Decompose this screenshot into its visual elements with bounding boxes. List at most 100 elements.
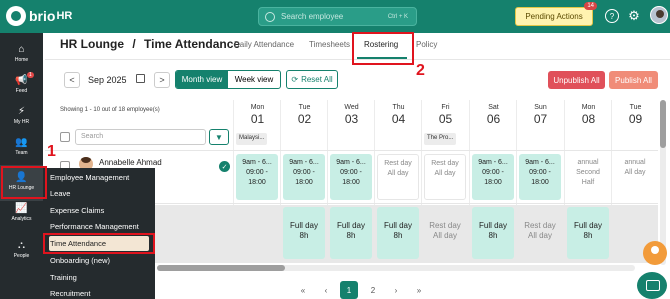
menu-item-onboarding[interactable]: Onboarding (new) bbox=[49, 253, 149, 268]
current-month: Sep 2025 bbox=[88, 75, 127, 85]
day-header: Fri 05 bbox=[422, 104, 469, 126]
employee-name[interactable]: Annabelle Ahmad bbox=[99, 158, 162, 167]
people-icon: ⛬ bbox=[18, 240, 25, 251]
top-bar: brio HR Search employee Ctrl + K Pending… bbox=[0, 0, 670, 33]
roster-cell-text: Rest day bbox=[524, 221, 556, 230]
highlight-rostering-tab bbox=[352, 32, 414, 65]
roster-cell[interactable]: Rest day All day bbox=[424, 154, 466, 200]
roster-cell-text: 9am - 6... bbox=[525, 159, 555, 166]
roster-cell[interactable]: Full day 8h bbox=[472, 207, 514, 259]
month-view-button[interactable]: Month view bbox=[176, 71, 228, 88]
sidebar-item-label: My HR bbox=[13, 119, 30, 125]
select-all-checkbox[interactable] bbox=[60, 132, 70, 142]
roster-cell-text: Full day bbox=[289, 221, 318, 230]
roster-cell-text: 18:00 bbox=[342, 179, 360, 186]
sidebar-item-team[interactable]: 👥 Team bbox=[0, 130, 43, 166]
user-avatar[interactable] bbox=[650, 6, 668, 24]
feed-badge: 1 bbox=[27, 72, 34, 78]
sidebar-item-analytics[interactable]: 📈 Analytics bbox=[0, 196, 43, 232]
reset-all-button[interactable]: ⟳ Reset All bbox=[286, 70, 338, 89]
profile-fab-button[interactable] bbox=[643, 241, 667, 265]
menu-item-recruitment[interactable]: Recruitment bbox=[49, 286, 149, 299]
roster-cell[interactable]: Rest day All day bbox=[519, 207, 561, 259]
help-icon[interactable]: ? bbox=[605, 9, 619, 23]
day-of-week: Sat bbox=[488, 104, 499, 111]
search-icon bbox=[265, 11, 275, 22]
scroll-thumb[interactable] bbox=[157, 265, 285, 271]
day-of-week: Mon bbox=[581, 104, 596, 111]
prev-page-button[interactable]: ‹ bbox=[317, 281, 335, 299]
calendar-icon[interactable] bbox=[136, 74, 145, 83]
day-number: 02 bbox=[297, 112, 312, 126]
gear-icon[interactable]: ⚙ bbox=[627, 8, 641, 23]
next-page-button[interactable]: › bbox=[387, 281, 405, 299]
horizontal-scrollbar[interactable] bbox=[157, 265, 635, 271]
global-search-input[interactable]: Search employee Ctrl + K bbox=[258, 7, 417, 26]
roster-cell[interactable]: annual All day bbox=[614, 154, 656, 200]
roster-cell[interactable]: Full day 8h bbox=[330, 207, 372, 259]
roster-cell-text: 09:00 - bbox=[482, 169, 504, 176]
menu-item-expense-claims[interactable]: Expense Claims bbox=[49, 203, 149, 218]
roster-cell[interactable]: Full day 8h bbox=[567, 207, 609, 259]
roster-cell-text: All day bbox=[432, 231, 457, 240]
scroll-thumb[interactable] bbox=[660, 100, 666, 148]
day-of-week: Tue bbox=[629, 104, 642, 111]
day-header: Thu 04 bbox=[375, 104, 422, 126]
prev-month-button[interactable]: < bbox=[64, 72, 80, 88]
vertical-scrollbar[interactable] bbox=[660, 100, 666, 265]
day-number: 01 bbox=[250, 112, 265, 126]
page-title: HR Lounge / Time Attendance bbox=[60, 37, 240, 51]
roster-cell-text: All day bbox=[387, 170, 409, 177]
roster-cell-text: Rest day bbox=[429, 221, 461, 230]
menu-item-training[interactable]: Training bbox=[49, 270, 149, 285]
roster-cell[interactable]: annual Second Half bbox=[567, 154, 609, 200]
tab-policy[interactable]: Policy bbox=[416, 40, 437, 49]
roster-cell-text: 8h bbox=[488, 231, 498, 240]
menu-item-leave[interactable]: Leave bbox=[49, 186, 149, 201]
page-2-button[interactable]: 2 bbox=[364, 281, 382, 299]
app-root: brio HR Search employee Ctrl + K Pending… bbox=[0, 0, 670, 299]
week-view-button[interactable]: Week view bbox=[228, 71, 280, 88]
page-1-button[interactable]: 1 bbox=[340, 281, 358, 299]
roster-cell[interactable]: 9am - 6... 09:00 - 18:00 bbox=[519, 154, 561, 200]
check-circle-icon: ✓ bbox=[219, 161, 230, 172]
roster-cell[interactable]: 9am - 6... 09:00 - 18:00 bbox=[330, 154, 372, 200]
menu-item-employee-management[interactable]: Employee Management bbox=[49, 170, 149, 185]
roster-cell-text: 09:00 - bbox=[340, 169, 362, 176]
publish-all-button[interactable]: Publish All bbox=[609, 71, 658, 89]
tab-timesheets[interactable]: Timesheets bbox=[309, 40, 350, 49]
tab-daily-attendance[interactable]: Daily Attendance bbox=[234, 40, 294, 49]
roster-cell[interactable]: Rest day All day bbox=[424, 207, 466, 259]
holiday-tag[interactable]: Malaysi... bbox=[236, 133, 268, 145]
day-header: Sun 07 bbox=[517, 104, 564, 126]
brio-logo[interactable]: brio HR bbox=[6, 6, 72, 26]
roster-cell[interactable]: Full day 8h bbox=[377, 207, 419, 259]
page-title-subsection: Time Attendance bbox=[144, 37, 241, 51]
roster-cell-text: 18:00 bbox=[531, 179, 549, 186]
roster-cell[interactable]: 9am - 6... 09:00 - 18:00 bbox=[472, 154, 514, 200]
last-page-button[interactable]: » bbox=[410, 281, 428, 299]
sidebar-item-people[interactable]: ⛬ People bbox=[0, 233, 43, 269]
employee-search-input[interactable]: Search bbox=[75, 129, 206, 145]
highlight-time-attendance bbox=[43, 233, 155, 254]
roster-cell[interactable]: 9am - 6... 09:00 - 18:00 bbox=[283, 154, 325, 200]
roster-cell-text: Rest day bbox=[384, 160, 412, 167]
filter-icon[interactable]: ▼ bbox=[209, 129, 229, 145]
chat-icon[interactable] bbox=[637, 272, 667, 299]
pending-actions-button[interactable]: Pending Actions 14 bbox=[515, 2, 597, 26]
roster-cell-text: 09:00 - bbox=[293, 169, 315, 176]
next-month-button[interactable]: > bbox=[154, 72, 170, 88]
first-page-button[interactable]: « bbox=[294, 281, 312, 299]
roster-cell-text: All day bbox=[527, 231, 552, 240]
logo-text: brio bbox=[29, 8, 56, 24]
roster-cell[interactable]: Full day 8h bbox=[283, 207, 325, 259]
day-header: Tue 02 bbox=[281, 104, 328, 126]
unpublish-all-button[interactable]: Unpublish All bbox=[548, 71, 605, 89]
menu-item-performance-management[interactable]: Performance Management bbox=[49, 219, 149, 234]
roster-cell-text: 09:00 - bbox=[246, 169, 268, 176]
holiday-tag[interactable]: The Pro... bbox=[424, 133, 457, 145]
pending-count-badge: 14 bbox=[584, 2, 597, 10]
roster-cell-text: Rest day bbox=[431, 160, 459, 167]
roster-cell[interactable]: Rest day All day bbox=[377, 154, 419, 200]
roster-cell[interactable]: 9am - 6... 09:00 - 18:00 bbox=[236, 154, 278, 200]
